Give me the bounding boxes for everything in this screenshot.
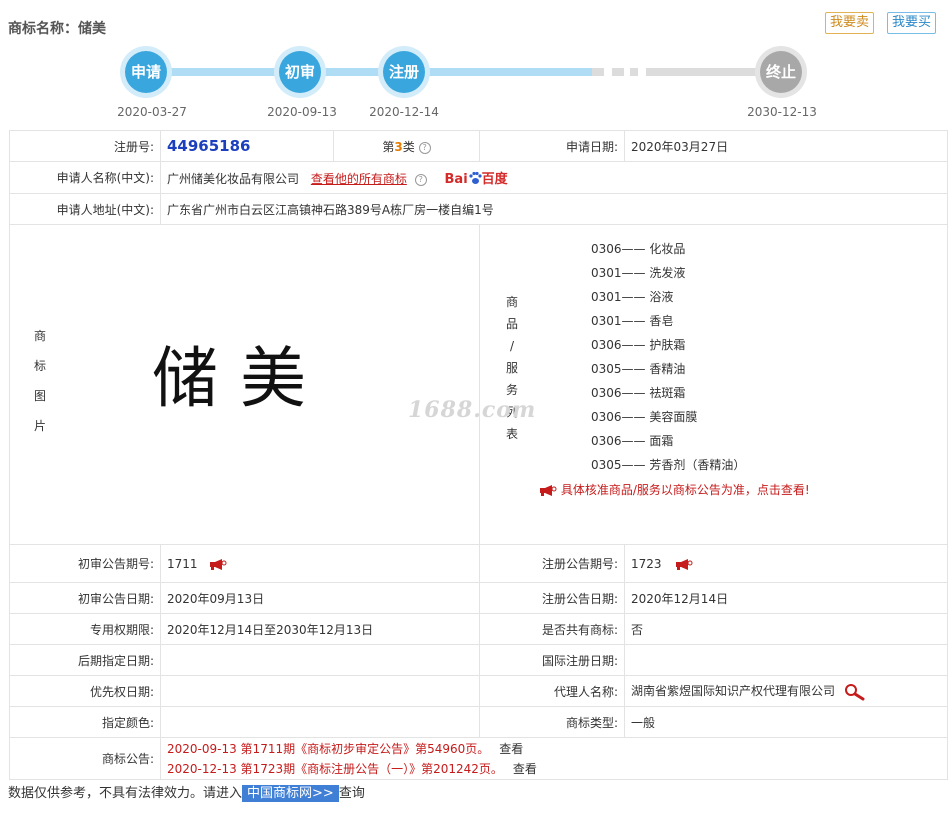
intl-date (624, 644, 948, 676)
goods-list-cell: 商 品 / 服 务 列 表 0306—— 化妆品 0301—— 洗发液 0301… (479, 224, 948, 545)
applicant-label: 申请人名称(中文): (9, 161, 161, 194)
agent-label: 代理人名称: (479, 675, 625, 707)
table-row: 初审公告日期: 2020年09月13日 注册公告日期: 2020年12月14日 (9, 582, 948, 614)
view-notice-link[interactable]: 查看 (513, 762, 537, 776)
view-all-trademarks-link[interactable]: 查看他的所有商标 (311, 172, 407, 186)
timeline-dash (612, 68, 624, 76)
color-value (160, 706, 480, 738)
trademark-image-label: 商 标 图 片 (33, 329, 46, 433)
list-item: 0301—— 洗发液 (591, 266, 686, 280)
list-item: 0306—— 祛斑霜 (591, 386, 686, 400)
table-row: 商标公告: 2020-09-13 第1711期《商标初步审定公告》第54960页… (9, 737, 948, 780)
prelim-no: 1711 (167, 556, 198, 571)
sell-button[interactable]: 我要卖 (825, 12, 875, 34)
later-date-label: 后期指定日期: (9, 644, 161, 676)
priority-date-label: 优先权日期: (9, 675, 161, 707)
applicant-name: 广州储美化妆品有限公司 (167, 172, 300, 186)
table-row: 后期指定日期: 国际注册日期: (9, 644, 948, 676)
help-icon[interactable]: ? (418, 141, 431, 154)
search-icon[interactable] (843, 683, 865, 701)
timeline-step-apply: 申请 (120, 46, 172, 98)
reg-notice-no-label: 注册公告期号: (479, 544, 625, 583)
watermark: 1688.com (408, 397, 537, 423)
list-item: 0306—— 美容面膜 (591, 410, 698, 424)
notice-item: 2020-09-13 第1711期《商标初步审定公告》第54960页。 查看 (167, 741, 524, 756)
prelim-no-label: 初审公告期号: (9, 544, 161, 583)
baidu-search-link[interactable]: Bai 百度 (444, 171, 508, 187)
baidu-logo: Bai (444, 172, 468, 187)
trademark-image-cell: 商 标 图 片 储美 (9, 224, 480, 545)
shared-label: 是否共有商标: (479, 613, 625, 645)
help-icon[interactable]: ? (414, 174, 427, 186)
class-cell: 第3类 ? (333, 130, 480, 162)
megaphone-icon[interactable] (209, 558, 227, 570)
reg-notice-no: 1723 (631, 556, 662, 571)
table-row: 注册号: 44965186 第3类 ? 申请日期: 2020年03月27日 (9, 130, 948, 162)
intl-date-label: 国际注册日期: (479, 644, 625, 676)
goods-list: 0306—— 化妆品 0301—— 洗发液 0301—— 浴液 0301—— 香… (591, 237, 745, 477)
prelim-date-label: 初审公告日期: (9, 582, 161, 614)
paw-icon (468, 171, 482, 185)
list-item: 0305—— 香精油 (591, 362, 686, 376)
timeline-dash (592, 68, 604, 76)
priority-date (160, 675, 480, 707)
status-timeline: 申请 初审 注册 终止 2020-03-27 2020-09-13 2020-1… (0, 40, 952, 120)
reg-notice-date-label: 注册公告日期: (479, 582, 625, 614)
table-row: 商 标 图 片 储美 商 品 / 服 务 列 表 0306—— 化妆品 0301… (9, 224, 948, 545)
timeline-step-prelim: 初审 (274, 46, 326, 98)
table-row: 优先权日期: 代理人名称: 湖南省紫煜国际知识产权代理有限公司 (9, 675, 948, 707)
list-item: 0306—— 护肤霜 (591, 338, 686, 352)
buy-button[interactable]: 我要买 (887, 12, 937, 34)
trademark-image: 储美 (152, 340, 328, 417)
table-row: 申请人名称(中文): 广州储美化妆品有限公司 查看他的所有商标 ? Bai 百度 (9, 161, 948, 194)
notice-item: 2020-12-13 第1723期《商标注册公告（一）》第201242页。 查看 (167, 761, 537, 776)
apply-date-label: 申请日期: (479, 130, 625, 162)
agent-name: 湖南省紫煜国际知识产权代理有限公司 (631, 683, 836, 698)
list-item: 0306—— 化妆品 (591, 242, 686, 256)
timeline-step-register: 注册 (378, 46, 430, 98)
megaphone-icon (539, 485, 557, 496)
type-value: 一般 (624, 706, 948, 738)
later-date (160, 644, 480, 676)
type-label: 商标类型: (479, 706, 625, 738)
table-row: 申请人地址(中文): 广东省广州市白云区江高镇神石路389号A栋厂房一楼自编1号 (9, 193, 948, 225)
page-title: 商标名称：储美 (8, 21, 106, 37)
notice-label: 商标公告: (9, 737, 161, 780)
reg-no-label: 注册号: (9, 130, 161, 162)
prelim-date: 2020年09月13日 (160, 582, 480, 614)
timeline-step-terminate: 终止 (755, 46, 807, 98)
list-item: 0306—— 面霜 (591, 434, 674, 448)
term: 2020年12月14日至2030年12月13日 (160, 613, 480, 645)
timeline-date: 2030-12-13 (747, 105, 817, 119)
timeline-date: 2020-03-27 (117, 105, 187, 119)
table-row: 指定颜色: 商标类型: 一般 (9, 706, 948, 738)
reg-no: 44965186 (167, 137, 251, 155)
color-label: 指定颜色: (9, 706, 161, 738)
timeline-date: 2020-12-14 (369, 105, 439, 119)
view-notice-link[interactable]: 查看 (499, 742, 523, 756)
baidu-text: 百度 (481, 172, 508, 187)
timeline-dash (630, 68, 638, 76)
reg-notice-date: 2020年12月14日 (624, 582, 948, 614)
list-item: 0305—— 芳香剂（香精油） (591, 458, 746, 472)
shared: 否 (624, 613, 948, 645)
applicant-address: 广东省广州市白云区江高镇神石路389号A栋厂房一楼自编1号 (160, 193, 948, 225)
list-item: 0301—— 浴液 (591, 290, 674, 304)
timeline-date: 2020-09-13 (267, 105, 337, 119)
cn-trademark-link[interactable]: 中国商标网>> (242, 785, 339, 802)
megaphone-icon[interactable] (675, 558, 693, 570)
footer-note: 数据仅供参考，不具有法律效力。请进入 中国商标网>> 查询 (8, 785, 365, 802)
table-row: 初审公告期号: 1711 注册公告期号: 1723 (9, 544, 948, 583)
timeline-progress-bar (150, 68, 600, 76)
term-label: 专用权期限: (9, 613, 161, 645)
address-label: 申请人地址(中文): (9, 193, 161, 225)
list-item: 0301—— 香皂 (591, 314, 674, 328)
apply-date: 2020年03月27日 (624, 130, 948, 162)
table-row: 专用权期限: 2020年12月14日至2030年12月13日 是否共有商标: 否 (9, 613, 948, 645)
goods-notice-link[interactable]: 具体核准商品/服务以商标公告为准，点击查看! (539, 481, 810, 498)
trademark-info-table: 注册号: 44965186 第3类 ? 申请日期: 2020年03月27日 申请… (9, 130, 948, 780)
